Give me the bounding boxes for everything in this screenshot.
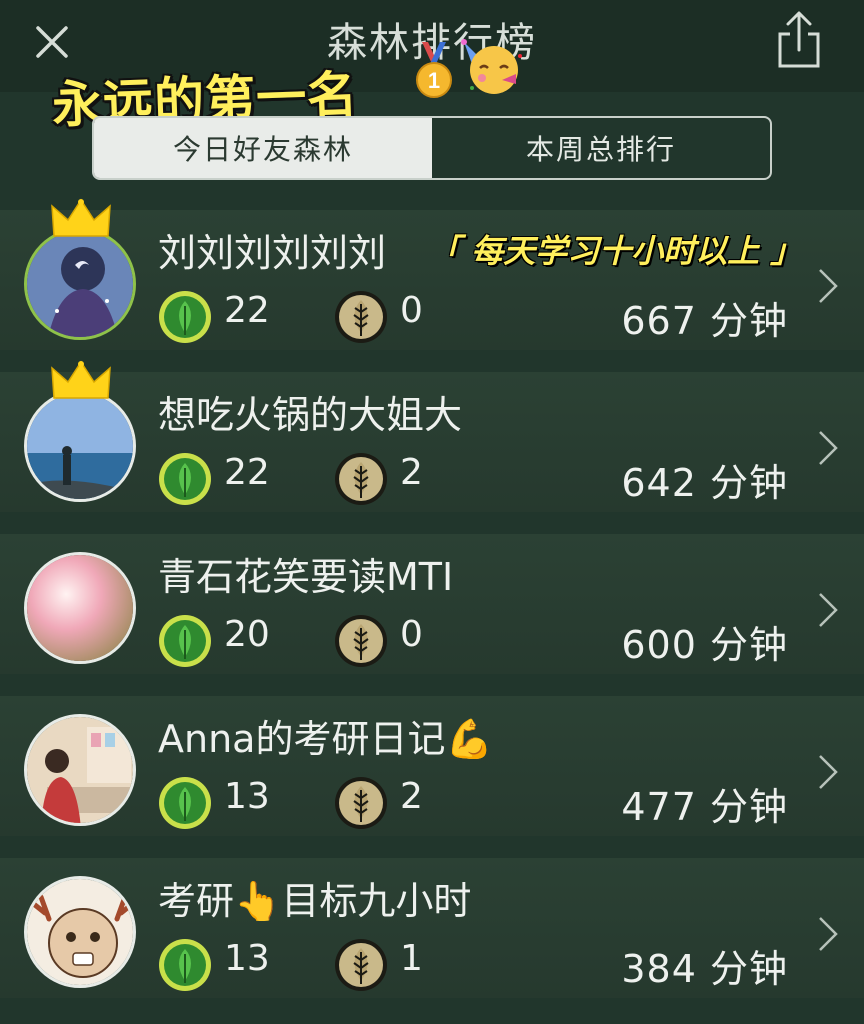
withered-tree-count: 0 [400, 290, 423, 331]
tab-today-friends-forest[interactable]: 今日好友森林 [94, 118, 432, 178]
ranking-tabs: 今日好友森林 本周总排行 [92, 116, 772, 180]
crown-icon [50, 360, 112, 408]
withered-tree-count: 2 [400, 452, 423, 493]
green-tree-icon [158, 614, 212, 672]
withered-tree-count: 1 [400, 938, 423, 979]
party-face-icon [458, 36, 528, 102]
withered-tree-icon [334, 614, 388, 672]
withered-tree-icon [334, 452, 388, 510]
medal-icon: 1 [412, 42, 456, 106]
leaderboard-row-1[interactable]: 刘刘刘刘刘刘 「 每天学习十小时以上 」 22 0 667 分钟 [0, 198, 864, 350]
user-name: 青石花笑要读MTI [158, 555, 454, 599]
leaderboard-row-4[interactable]: Anna的考研日记💪 13 2 477 分钟 [0, 696, 864, 836]
leaderboard-row-5[interactable]: 考研👆目标九小时 13 1 384 分钟 [0, 858, 864, 998]
withered-tree-count: 2 [400, 776, 423, 817]
user-name: 考研👆目标九小时 [158, 879, 472, 923]
withered-tree-icon [334, 776, 388, 834]
tree-count: 22 [224, 290, 270, 331]
green-tree-icon [158, 938, 212, 996]
avatar[interactable] [24, 714, 136, 826]
green-tree-icon [158, 452, 212, 510]
svg-text:1: 1 [428, 68, 440, 93]
chevron-right-icon[interactable] [816, 590, 840, 634]
user-tagline: 「 每天学习十小时以上 」 [428, 232, 803, 270]
crown-icon [50, 198, 112, 246]
avatar[interactable] [24, 552, 136, 664]
user-name: 刘刘刘刘刘刘 [158, 231, 387, 275]
tree-count: 20 [224, 614, 270, 655]
chevron-right-icon[interactable] [816, 266, 840, 310]
chevron-right-icon[interactable] [816, 752, 840, 796]
share-icon[interactable] [770, 8, 828, 72]
tree-count: 13 [224, 938, 270, 979]
focus-minutes: 642 分钟 [621, 461, 788, 505]
green-tree-icon [158, 776, 212, 834]
withered-tree-count: 0 [400, 614, 423, 655]
chevron-right-icon[interactable] [816, 428, 840, 472]
leaderboard-row-3[interactable]: 青石花笑要读MTI 20 0 600 分钟 [0, 534, 864, 674]
avatar[interactable] [24, 876, 136, 988]
tree-count: 13 [224, 776, 270, 817]
leaderboard-row-2[interactable]: 想吃火锅的大姐大 22 2 642 分钟 [0, 360, 864, 512]
withered-tree-icon [334, 290, 388, 348]
user-name: 想吃火锅的大姐大 [158, 393, 463, 437]
focus-minutes: 384 分钟 [621, 947, 788, 991]
withered-tree-icon [334, 938, 388, 996]
focus-minutes: 667 分钟 [621, 299, 788, 343]
focus-minutes: 600 分钟 [621, 623, 788, 667]
tab-weekly-ranking[interactable]: 本周总排行 [432, 118, 770, 178]
user-name: Anna的考研日记💪 [158, 717, 493, 761]
tree-count: 22 [224, 452, 270, 493]
chevron-right-icon[interactable] [816, 914, 840, 958]
green-tree-icon [158, 290, 212, 348]
focus-minutes: 477 分钟 [621, 785, 788, 829]
